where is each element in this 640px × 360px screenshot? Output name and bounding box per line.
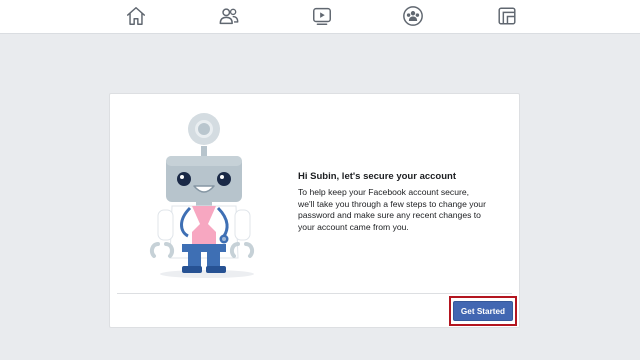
card-body-line: password and make sure any recent change… <box>298 210 481 220</box>
card-body: To help keep your Facebook account secur… <box>298 187 513 233</box>
message-block: Hi Subin, let's secure your account To h… <box>298 170 513 233</box>
pages-icon <box>498 7 516 25</box>
card-body-line: we'll take you through a few steps to ch… <box>298 198 486 209</box>
get-started-button[interactable]: Get Started <box>453 301 513 321</box>
card-body-line: To help keep your Facebook account secur… <box>298 187 470 197</box>
nav-groups[interactable] <box>400 4 426 28</box>
nav-pages[interactable] <box>494 4 520 28</box>
home-icon <box>127 7 145 25</box>
watch-icon <box>313 7 331 25</box>
card-body-line: your account came from you. <box>298 221 409 232</box>
nav-friends[interactable] <box>216 4 242 28</box>
card-divider <box>117 293 512 294</box>
nav-home[interactable] <box>123 4 149 28</box>
card-title: Hi Subin, let's secure your account <box>298 171 456 182</box>
nav-watch[interactable] <box>309 4 335 28</box>
secure-account-card: Hi Subin, let's secure your account To h… <box>109 93 520 328</box>
robot-doctor-illustration <box>149 113 255 273</box>
friends-icon <box>219 8 239 25</box>
groups-icon <box>403 6 423 26</box>
top-navigation-bar <box>0 0 640 34</box>
